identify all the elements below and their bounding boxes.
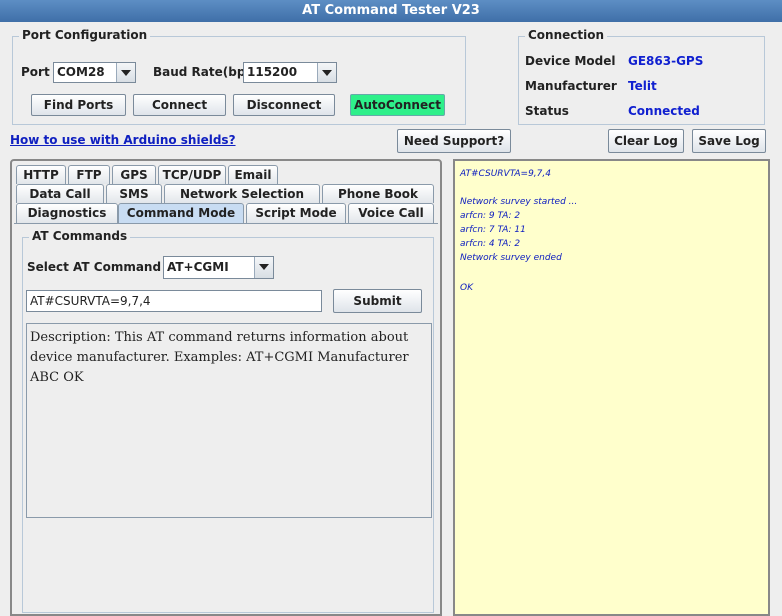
at-command-select[interactable]: AT+CGMI	[163, 256, 274, 279]
command-input[interactable]: AT#CSURVTA=9,7,4	[26, 290, 322, 312]
at-commands-title: AT Commands	[29, 229, 131, 243]
tab-http[interactable]: HTTP	[16, 165, 66, 184]
tab-panel: HTTP FTP GPS TCP/UDP Email Data Call SMS…	[10, 159, 442, 616]
arduino-help-link[interactable]: How to use with Arduino shields?	[10, 133, 236, 147]
connection-group: Connection Device Model GE863-GPS Manufa…	[518, 28, 765, 125]
tab-phone-book[interactable]: Phone Book	[322, 184, 434, 203]
log-line: arfcn: 9 TA: 2	[460, 211, 521, 221]
autoconnect-button[interactable]: AutoConnect	[350, 94, 445, 116]
tab-ftp[interactable]: FTP	[68, 165, 110, 184]
command-mode-content: AT Commands Select AT Command AT+CGMI AT…	[14, 223, 438, 614]
clear-log-button[interactable]: Clear Log	[608, 129, 684, 153]
log-line: arfcn: 7 TA: 11	[460, 225, 526, 235]
need-support-button[interactable]: Need Support?	[397, 129, 511, 153]
manufacturer-value: Telit	[628, 79, 657, 93]
tab-email[interactable]: Email	[228, 165, 278, 184]
chevron-down-icon[interactable]	[317, 63, 336, 82]
port-select[interactable]: COM28	[53, 62, 136, 83]
device-model-label: Device Model	[525, 54, 616, 68]
description-textarea[interactable]: Description: This AT command returns inf…	[26, 323, 432, 518]
log-panel[interactable]: AT#CSURVTA=9,7,4 Network survey started …	[453, 159, 770, 616]
at-command-select-value: AT+CGMI	[167, 260, 229, 274]
tab-diagnostics[interactable]: Diagnostics	[16, 203, 118, 223]
title-bar: AT Command Tester V23	[0, 0, 782, 22]
log-line: Network survey started ...	[460, 197, 578, 207]
submit-button[interactable]: Submit	[333, 289, 422, 313]
log-line: AT#CSURVTA=9,7,4	[460, 169, 551, 179]
log-line: OK	[460, 283, 473, 293]
save-log-button[interactable]: Save Log	[692, 129, 766, 153]
status-label: Status	[525, 104, 569, 118]
tab-data-call[interactable]: Data Call	[16, 184, 104, 203]
port-configuration-title: Port Configuration	[19, 28, 151, 42]
port-configuration-group: Port Configuration Port COM28 Baud Rate(…	[12, 28, 466, 125]
baud-rate-value: 115200	[247, 65, 298, 79]
status-value: Connected	[628, 104, 700, 118]
tab-script-mode[interactable]: Script Mode	[246, 203, 346, 223]
port-select-value: COM28	[57, 65, 105, 79]
tab-network-selection[interactable]: Network Selection	[164, 184, 320, 203]
connect-button[interactable]: Connect	[133, 94, 226, 116]
find-ports-button[interactable]: Find Ports	[31, 94, 126, 116]
chevron-down-icon[interactable]	[116, 63, 135, 82]
tab-sms[interactable]: SMS	[106, 184, 162, 203]
device-model-value: GE863-GPS	[628, 54, 704, 68]
connection-title: Connection	[525, 28, 608, 42]
log-line: Network survey ended	[460, 253, 562, 263]
chevron-down-icon[interactable]	[254, 257, 273, 278]
tab-gps[interactable]: GPS	[112, 165, 156, 184]
select-at-command-label: Select AT Command	[27, 260, 162, 274]
manufacturer-label: Manufacturer	[525, 79, 617, 93]
tab-tcp-udp[interactable]: TCP/UDP	[158, 165, 226, 184]
at-commands-group: AT Commands Select AT Command AT+CGMI AT…	[22, 229, 434, 613]
tab-command-mode[interactable]: Command Mode	[118, 203, 244, 224]
baud-rate-select[interactable]: 115200	[243, 62, 337, 83]
tab-voice-call[interactable]: Voice Call	[348, 203, 434, 223]
log-line: arfcn: 4 TA: 2	[460, 239, 521, 249]
disconnect-button[interactable]: Disconnect	[233, 94, 335, 116]
port-label: Port	[21, 65, 50, 79]
